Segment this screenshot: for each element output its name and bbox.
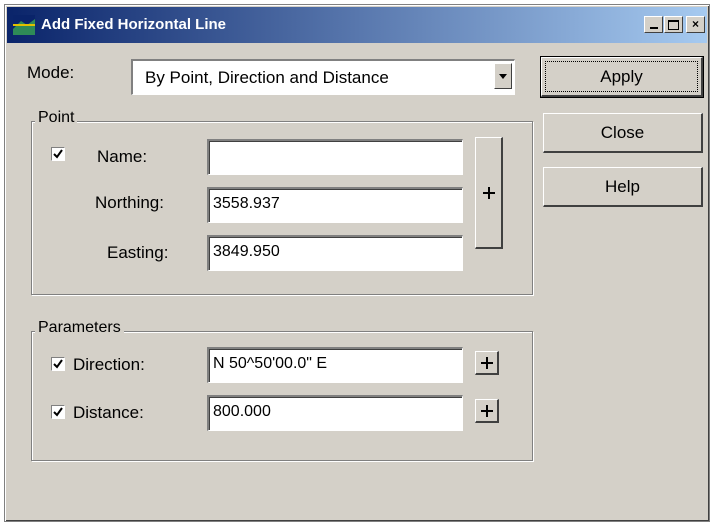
distance-label: Distance: [73, 403, 144, 422]
locate-crosshair-icon [483, 187, 495, 199]
name-input[interactable] [207, 139, 463, 175]
close-button[interactable]: Close [543, 113, 703, 153]
minimize-button[interactable] [644, 16, 663, 33]
direction-input[interactable]: N 50^50'00.0" E [207, 347, 463, 383]
northing-label: Northing: [95, 193, 164, 212]
apply-button[interactable]: Apply [540, 56, 704, 98]
help-label: Help [605, 177, 640, 196]
easting-label: Easting: [107, 243, 169, 262]
locate-crosshair-icon [481, 405, 493, 417]
direction-label: Direction: [73, 355, 145, 374]
mode-dropdown[interactable]: By Point, Direction and Distance [131, 59, 515, 95]
checkmark-icon [53, 407, 63, 417]
point-pick-button[interactable] [475, 137, 503, 249]
direction-checkbox[interactable] [51, 357, 65, 371]
point-group-title: Point [35, 109, 78, 127]
name-checkbox[interactable] [51, 147, 65, 161]
app-icon [13, 15, 35, 35]
name-label: Name: [97, 147, 148, 166]
northing-input[interactable]: 3558.937 [207, 187, 463, 223]
dropdown-arrow-icon[interactable] [494, 63, 512, 89]
mode-value: By Point, Direction and Distance [145, 68, 389, 87]
distance-checkbox[interactable] [51, 405, 65, 419]
maximize-button[interactable] [664, 16, 683, 33]
distance-pick-button[interactable] [475, 399, 499, 423]
help-button[interactable]: Help [543, 167, 703, 207]
window-title: Add Fixed Horizontal Line [41, 16, 227, 33]
checkmark-icon [53, 359, 63, 369]
close-window-button[interactable]: × [686, 16, 705, 33]
dialog-window: Add Fixed Horizontal Line × Mode: By Poi… [4, 4, 710, 522]
locate-crosshair-icon [481, 357, 493, 369]
title-bar[interactable]: Add Fixed Horizontal Line × [7, 7, 707, 43]
easting-input[interactable]: 3849.950 [207, 235, 463, 271]
mode-label: Mode: [27, 63, 75, 82]
parameters-group-title: Parameters [35, 319, 124, 337]
focus-rectangle [545, 61, 698, 92]
checkmark-icon [53, 149, 63, 159]
distance-input[interactable]: 800.000 [207, 395, 463, 431]
close-label: Close [600, 123, 645, 142]
direction-pick-button[interactable] [475, 351, 499, 375]
